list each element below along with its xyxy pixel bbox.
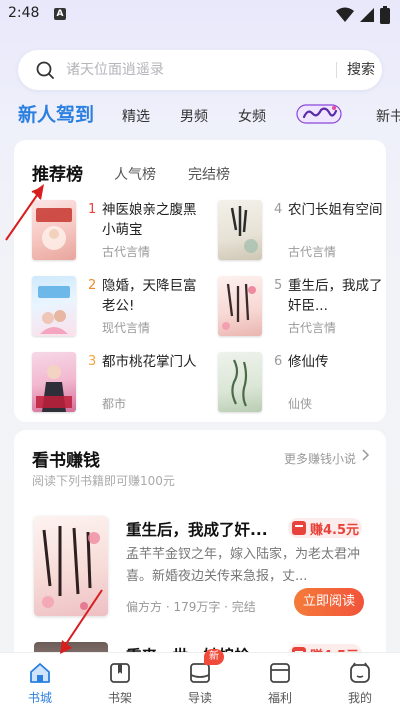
battery-icon <box>380 6 390 24</box>
chevron-right-icon[interactable] <box>362 449 370 461</box>
book-category: 现代言情 <box>102 321 151 335</box>
bookstore-icon <box>30 663 50 683</box>
book-category: 古代言情 <box>102 245 151 259</box>
rank-number: 3 <box>88 354 97 369</box>
book-category: 古代言情 <box>288 245 337 259</box>
profile-icon <box>350 662 370 683</box>
ranking-item-6[interactable]: 6 修仙传 仙侠 <box>218 352 398 416</box>
featured-book-cover[interactable] <box>34 516 108 616</box>
search-input[interactable] <box>66 50 306 90</box>
ranking-card: 推荐榜 人气榜 完结榜 1 神医娘亲之腹黑小萌宝 古代言情 2 隐婚，天降巨富老… <box>14 140 386 422</box>
bottom-nav: 书城 书架 新 导读 福利 我的 <box>0 649 400 710</box>
book-cover <box>218 352 262 412</box>
status-indicators <box>336 6 390 24</box>
tab-short-story-logo[interactable] <box>296 102 342 126</box>
book-title: 都市桃花掌门人 <box>102 354 197 370</box>
tab-recommend[interactable]: 推荐榜 <box>32 160 83 185</box>
cover-art <box>42 526 100 610</box>
tab-popular[interactable]: 人气榜 <box>114 164 156 184</box>
book-category: 古代言情 <box>288 321 337 335</box>
red-envelope-icon <box>292 521 306 535</box>
ranking-item-4[interactable]: 4 农门长姐有空间 古代言情 <box>218 200 398 264</box>
book-cover <box>218 276 262 336</box>
rank-number: 1 <box>88 202 97 217</box>
featured-book-description: 孟芊芊金钗之年，嫁入陆家，为老太君冲喜。新婚夜边关传来急报，丈... <box>126 547 361 584</box>
cover-art <box>36 208 72 250</box>
book-category: 仙侠 <box>288 397 313 411</box>
tab-featured[interactable]: 精选 <box>122 106 150 126</box>
earn-subtitle: 阅读下列书籍即可赚100元 <box>32 474 175 488</box>
nav-welfare[interactable]: 福利 <box>240 653 320 710</box>
reward-badge: 赚4.5元 <box>288 518 362 538</box>
nav-guide[interactable]: 新 导读 <box>160 649 240 710</box>
bookshelf-icon <box>110 663 130 683</box>
nav-label: 书城 <box>27 691 52 705</box>
wifi-icon <box>336 7 354 22</box>
book-cover <box>218 200 262 260</box>
cover-art <box>222 283 256 330</box>
book-title: 隐婚，天降巨富老公! <box>102 278 197 314</box>
search-bar[interactable]: 搜索 <box>18 50 382 90</box>
search-button[interactable]: 搜索 <box>344 50 378 90</box>
earn-card: 看书赚钱 更多赚钱小说 阅读下列书籍即可赚100元 重生后，我成了奸... 赚4… <box>14 430 386 690</box>
cover-art <box>231 359 248 407</box>
book-title: 修仙传 <box>288 354 329 370</box>
nav-label: 福利 <box>267 691 292 705</box>
nav-label: 书架 <box>107 691 132 705</box>
featured-book-title[interactable]: 重生后，我成了奸... <box>126 518 286 540</box>
nav-profile[interactable]: 我的 <box>320 653 400 710</box>
search-divider <box>336 62 337 78</box>
book-cover <box>32 276 76 336</box>
ranking-item-3[interactable]: 3 都市桃花掌门人 都市 <box>32 352 212 416</box>
cover-art <box>230 206 258 253</box>
signal-icon <box>360 8 374 22</box>
notification-icon: A <box>54 8 66 20</box>
book-title: 重生后，我成了奸臣... <box>288 278 383 314</box>
tab-male[interactable]: 男频 <box>180 106 208 126</box>
ranking-item-1[interactable]: 1 神医娘亲之腹黑小萌宝 古代言情 <box>32 200 212 264</box>
read-now-button[interactable]: 立即阅读 <box>294 588 364 616</box>
tab-new-books[interactable]: 新书 <box>376 106 400 126</box>
book-title: 农门长姐有空间 <box>288 202 383 218</box>
book-cover <box>32 352 76 412</box>
cover-art <box>38 286 70 334</box>
category-tabs: 新人驾到 精选 男频 女频 新书 <box>0 98 400 132</box>
welfare-icon <box>270 663 290 683</box>
tab-female[interactable]: 女频 <box>238 106 266 126</box>
cover-art <box>36 365 72 412</box>
search-icon <box>36 61 54 79</box>
book-category: 都市 <box>102 397 127 411</box>
ranking-item-5[interactable]: 5 重生后，我成了奸臣... 古代言情 <box>218 276 398 340</box>
rank-number: 4 <box>274 202 283 217</box>
status-bar: 2:48 A <box>0 0 400 30</box>
earn-title: 看书赚钱 <box>32 451 100 471</box>
rank-number: 5 <box>274 278 283 293</box>
book-title: 神医娘亲之腹黑小萌宝 <box>102 202 197 238</box>
tab-completed[interactable]: 完结榜 <box>188 164 230 184</box>
rank-number: 2 <box>88 278 97 293</box>
featured-book-meta: 偏方方 · 179万字 · 完结 <box>126 600 256 614</box>
new-badge: 新 <box>204 649 224 665</box>
rank-number: 6 <box>274 354 283 369</box>
status-time: 2:48 <box>8 5 40 21</box>
reward-amount: 赚4.5元 <box>310 523 360 538</box>
ranking-item-2[interactable]: 2 隐婚，天降巨富老公! 现代言情 <box>32 276 212 340</box>
book-cover <box>32 200 76 260</box>
nav-bookshelf[interactable]: 书架 <box>80 653 160 710</box>
tab-newcomer[interactable]: 新人驾到 <box>18 100 94 127</box>
nav-bookstore[interactable]: 书城 <box>0 653 80 710</box>
more-earn-link[interactable]: 更多赚钱小说 <box>284 450 356 467</box>
nav-label: 导读 <box>187 691 212 705</box>
nav-label: 我的 <box>347 691 372 705</box>
